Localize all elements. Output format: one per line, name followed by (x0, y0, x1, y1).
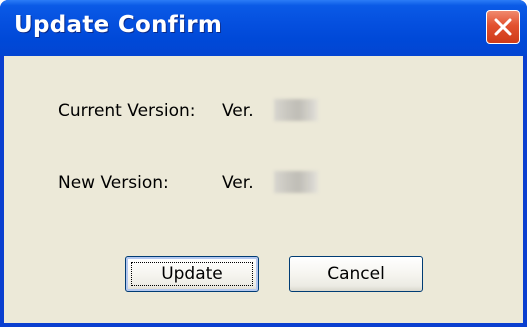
update-button-label: Update (161, 264, 223, 284)
update-button[interactable]: Update (125, 256, 259, 292)
new-version-value: Ver. (222, 173, 254, 193)
dialog-body: Current Version: Ver. New Version: Ver. … (4, 56, 523, 323)
current-version-number-redacted (274, 99, 318, 121)
update-confirm-dialog: Update Confirm Current Version: Ver. New… (0, 0, 527, 327)
close-icon (494, 18, 512, 36)
current-version-value: Ver. (222, 101, 254, 121)
current-version-label: Current Version: (58, 101, 196, 121)
close-button[interactable] (486, 10, 520, 44)
new-version-number-redacted (274, 171, 318, 193)
window-title: Update Confirm (14, 12, 223, 38)
cancel-button-label: Cancel (327, 264, 385, 284)
cancel-button[interactable]: Cancel (289, 256, 423, 292)
new-version-label: New Version: (58, 173, 169, 193)
title-bar[interactable]: Update Confirm (0, 0, 527, 56)
